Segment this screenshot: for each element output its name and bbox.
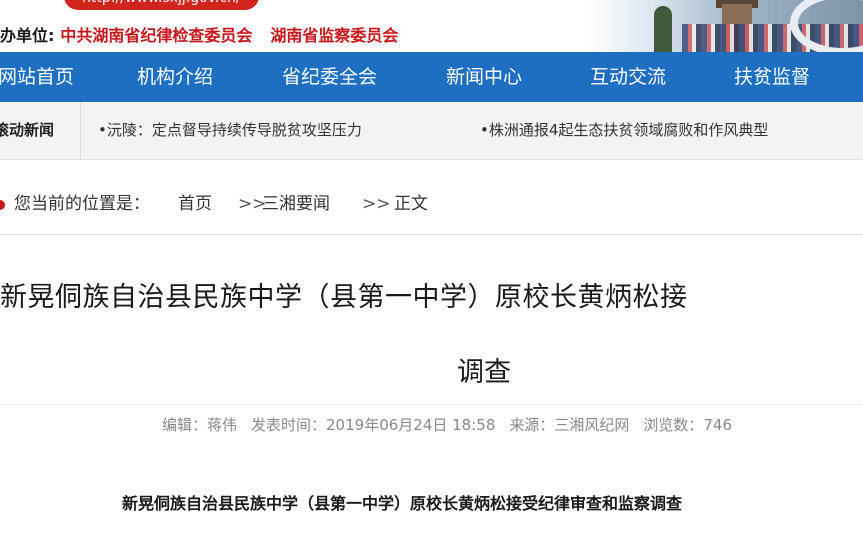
article-meta: 编辑：蒋伟 发表时间：2019年06月24日 18:58 来源：三湘风纪网 浏览数：7… (162, 414, 746, 435)
nav-about[interactable]: 机构介绍 (137, 52, 213, 102)
main-nav: 网站首页 机构介绍 省纪委全会 新闻中心 互动交流 扶贫监督 (0, 52, 863, 102)
breadcrumb-current: 正文 (394, 194, 428, 214)
breadcrumb-separator: >> (362, 194, 391, 214)
ticker-item[interactable]: •沅陵：定点督导持续传导脱贫攻坚压力 (98, 102, 362, 159)
article-source: 来源：三湘风纪网 (509, 416, 630, 434)
breadcrumb-home-link[interactable]: 首页 (178, 186, 212, 222)
nav-news-center[interactable]: 新闻中心 (446, 52, 522, 102)
news-ticker: 滚动新闻 •沅陵：定点督导持续传导脱贫攻坚压力 •株洲通报4起生态扶贫领域腐败和… (0, 102, 863, 160)
banner-tree (654, 6, 672, 52)
sponsor-org-discipline: 中共湖南省纪律检查委员会 (60, 26, 253, 45)
sponsor-org-supervision: 湖南省监察委员会 (270, 26, 399, 45)
nav-plenary[interactable]: 省纪委全会 (282, 52, 377, 102)
nav-poverty-supervision[interactable]: 扶贫监督 (734, 52, 810, 102)
nav-home[interactable]: 网站首页 (0, 52, 74, 102)
site-url-link[interactable]: http://www.sxjj.gov.cn/ (64, 0, 259, 10)
sponsor-label: 办单位: (0, 26, 55, 45)
breadcrumb-section-link[interactable]: 三湘要闻 (262, 186, 330, 222)
location-dot-icon (0, 200, 5, 210)
nav-interaction[interactable]: 互动交流 (590, 52, 666, 102)
article-published-time: 发表时间：2019年06月24日 18:58 (251, 416, 496, 434)
header-banner-photo (590, 0, 863, 52)
ticker-label: 滚动新闻 (0, 102, 81, 159)
article-editor: 编辑：蒋伟 (162, 416, 238, 434)
breadcrumb-prefix: 您当前的位置是： (14, 194, 150, 214)
article-subheading: 新晃侗族自治县民族中学（县第一中学）原校长黄炳松接受纪律审查和监察调查 (122, 494, 683, 513)
article-title: 新晃侗族自治县民族中学（县第一中学）原校长黄炳松接 (0, 282, 688, 313)
sponsor-info: 办单位: 中共湖南省纪律检查委员会 湖南省监察委员会 (0, 22, 398, 46)
divider (0, 404, 863, 405)
article-view-count: 浏览数：746 (643, 416, 733, 434)
ticker-item[interactable]: •株洲通报4起生态扶贫领域腐败和作风典型 (480, 102, 768, 159)
article-title-continued: 调查 (457, 357, 511, 388)
site-header: http://www.sxjj.gov.cn/ 办单位: 中共湖南省纪律检查委员会… (0, 0, 863, 52)
divider (0, 234, 863, 235)
